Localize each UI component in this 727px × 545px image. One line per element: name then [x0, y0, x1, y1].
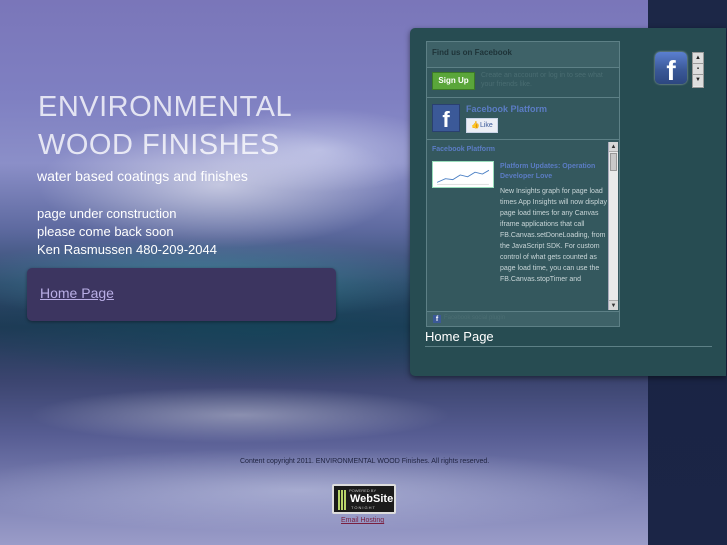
- facebook-widget-footer: f Facebook social plugin: [427, 311, 619, 326]
- badge-tonight-text: TONIGHT: [351, 505, 376, 510]
- panel-divider: [425, 346, 712, 347]
- facebook-page-name[interactable]: Facebook Platform: [466, 104, 547, 114]
- site-title: ENVIRONMENTAL WOOD FINISHES: [38, 88, 292, 164]
- like-button-label: Like: [479, 122, 493, 129]
- badge-name-text: WebSite: [350, 493, 394, 505]
- feed-scrollbar[interactable]: ▲ ▼: [608, 142, 618, 310]
- facebook-signup-row: Sign Up Create an account or log in to s…: [427, 68, 619, 98]
- signup-prompt-text: Create an account or log in to see what …: [481, 72, 603, 88]
- website-tonight-badge[interactable]: POWERED BY WebSite TONIGHT: [332, 484, 396, 514]
- home-page-link[interactable]: Home Page: [40, 285, 114, 301]
- site-subtitle: water based coatings and finishes: [37, 168, 248, 184]
- facebook-page-row: f Facebook Platform 👍Like: [427, 98, 619, 140]
- facebook-mini-icon: f: [433, 315, 441, 323]
- facebook-icon[interactable]: f: [655, 52, 687, 86]
- construction-notice: page under construction please come back…: [37, 205, 217, 259]
- site-title-line2: WOOD FINISHES: [38, 129, 280, 161]
- feed-post-thumbnail[interactable]: [432, 161, 494, 188]
- feed-source-label[interactable]: Facebook Platform: [432, 146, 495, 153]
- come-back-line: please come back soon: [37, 224, 174, 239]
- facebook-page-thumbnail-icon[interactable]: f: [432, 104, 460, 132]
- icon-scroller[interactable]: ▲ ▪ ▼: [692, 52, 704, 88]
- feed-post-title[interactable]: Platform Updates: Operation Developer Lo…: [500, 162, 608, 182]
- navigation-box: Home Page: [27, 268, 336, 321]
- scroll-down-icon[interactable]: ▼: [693, 75, 703, 86]
- site-title-line1: ENVIRONMENTAL: [38, 91, 293, 123]
- scroll-middle-icon[interactable]: ▪: [693, 64, 703, 75]
- insights-graph-image: [436, 169, 490, 185]
- scroll-up-icon[interactable]: ▲: [693, 53, 703, 64]
- social-plugin-text[interactable]: Facebook social plugin: [444, 315, 505, 321]
- panel-home-page-link[interactable]: Home Page: [425, 329, 494, 344]
- scroll-up-icon[interactable]: ▲: [609, 142, 618, 152]
- facebook-widget-header: Find us on Facebook: [427, 42, 619, 68]
- feed-post-body: New Insights graph for page load times A…: [500, 188, 607, 283]
- facebook-feed: Facebook Platform Platform Updates: Oper…: [427, 141, 619, 311]
- badge-logo-icon: [338, 490, 347, 510]
- construction-line: page under construction: [37, 206, 177, 221]
- facebook-like-box: Find us on Facebook Sign Up Create an ac…: [426, 41, 620, 327]
- scroll-down-icon[interactable]: ▼: [609, 300, 618, 310]
- email-hosting-link[interactable]: Email Hosting: [341, 517, 384, 524]
- copyright-text: Content copyright 2011. ENVIRONMENTAL WO…: [240, 458, 490, 465]
- scroll-thumb[interactable]: [610, 153, 617, 171]
- like-button[interactable]: 👍Like: [466, 118, 498, 133]
- signup-button[interactable]: Sign Up: [432, 72, 475, 90]
- contact-line: Ken Rasmussen 480-209-2044: [37, 242, 217, 257]
